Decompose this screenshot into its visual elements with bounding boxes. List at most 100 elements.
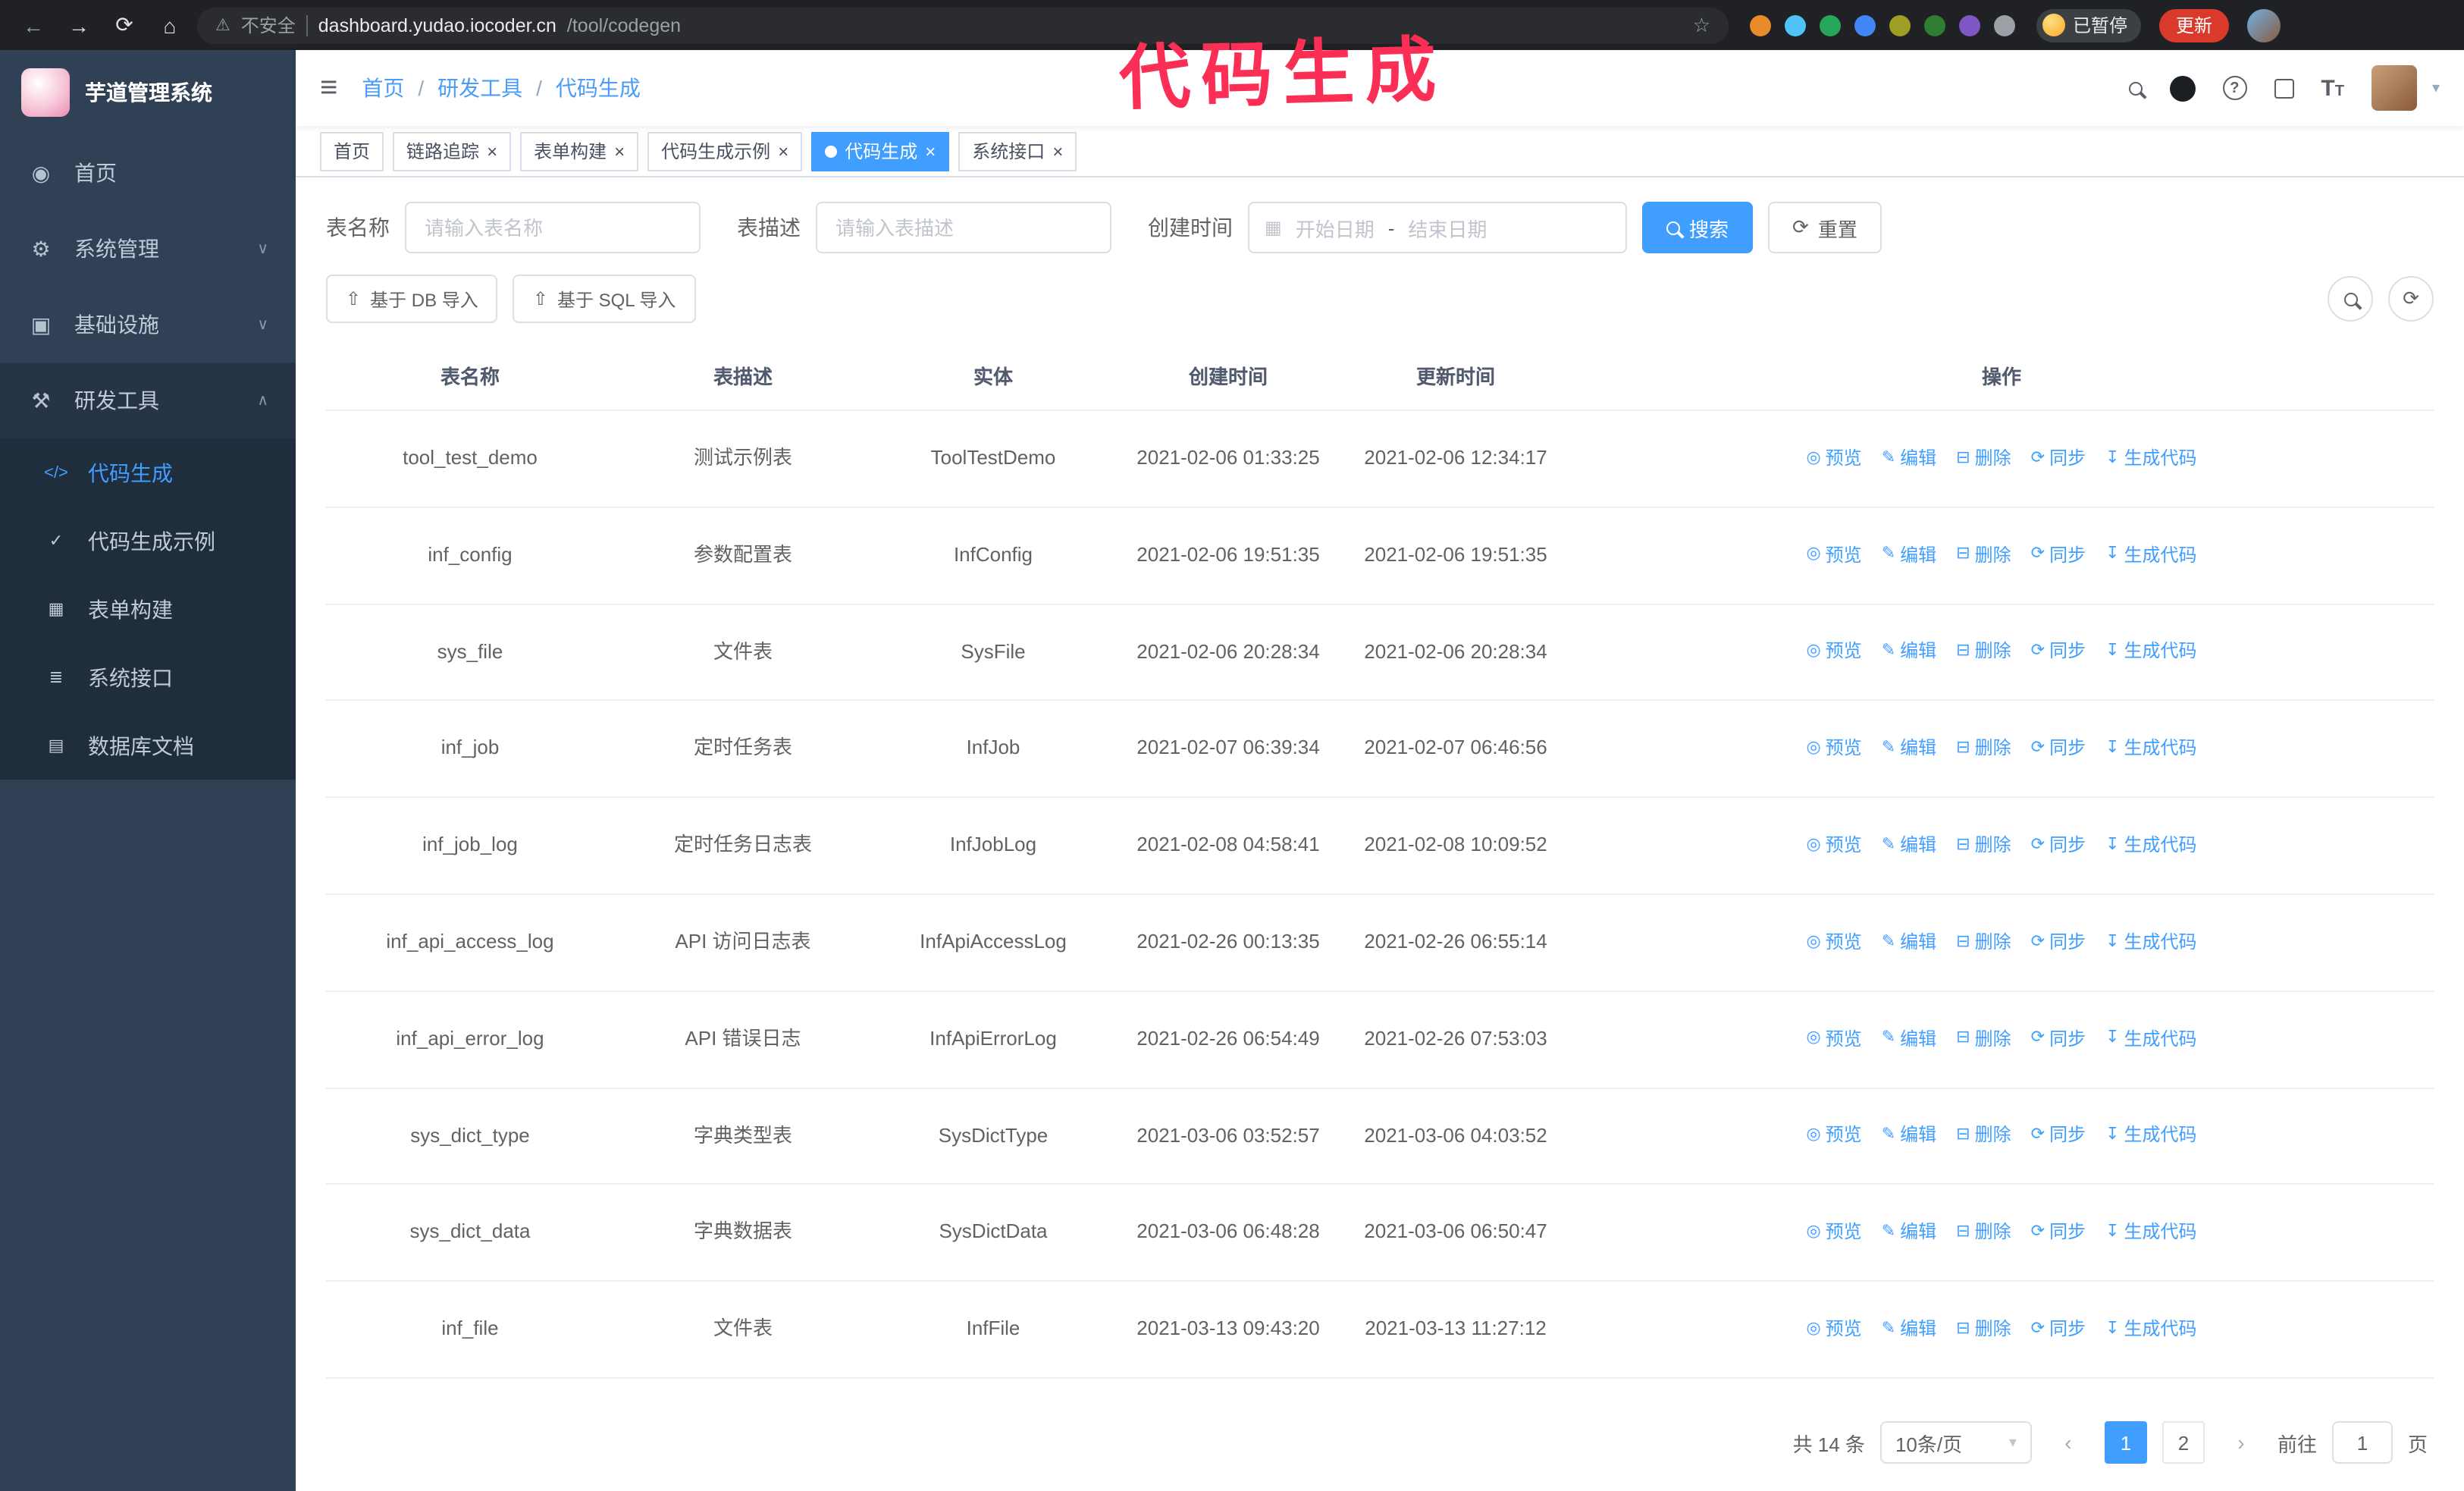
sync-action[interactable]: ⟳ 同步	[2031, 541, 2086, 570]
preview-action[interactable]: ◎ 预览	[1806, 638, 1861, 667]
extension-icon[interactable]	[1750, 14, 1771, 36]
breadcrumb-home[interactable]: 首页	[362, 73, 404, 103]
preview-action[interactable]: ◎ 预览	[1806, 1025, 1861, 1053]
page-size-select[interactable]: 10条/页 ▾	[1879, 1421, 2032, 1464]
generate-action[interactable]: ↧ 生成代码	[2105, 541, 2196, 570]
sync-paused-badge[interactable]: 已暂停	[2036, 8, 2142, 42]
extension-icon[interactable]	[1959, 14, 1980, 36]
sync-action[interactable]: ⟳ 同步	[2031, 1122, 2086, 1150]
table-desc-input[interactable]	[816, 202, 1111, 253]
font-size-icon[interactable]: TT	[2321, 77, 2344, 99]
reload-icon[interactable]: ⟳	[106, 7, 143, 43]
edit-action[interactable]: ✎ 编辑	[1882, 1025, 1936, 1053]
page-number-1[interactable]: 1	[2104, 1421, 2147, 1464]
tab-form-builder[interactable]: 表单构建 ×	[520, 131, 639, 171]
edit-action[interactable]: ✎ 编辑	[1882, 734, 1936, 763]
delete-action[interactable]: ⊟ 删除	[1956, 1315, 2011, 1344]
next-page-button[interactable]: ›	[2220, 1421, 2262, 1464]
prev-page-button[interactable]: ‹	[2047, 1421, 2089, 1464]
edit-action[interactable]: ✎ 编辑	[1882, 1122, 1936, 1150]
reset-button[interactable]: ⟳ 重置	[1768, 202, 1882, 253]
delete-action[interactable]: ⊟ 删除	[1956, 928, 2011, 957]
table-name-input[interactable]	[405, 202, 701, 253]
close-icon[interactable]: ×	[614, 142, 625, 160]
tab-codegen-example[interactable]: 代码生成示例 ×	[647, 131, 803, 171]
generate-action[interactable]: ↧ 生成代码	[2105, 734, 2196, 763]
extension-icon[interactable]	[1854, 14, 1876, 36]
breadcrumb-dev-tools[interactable]: 研发工具	[437, 73, 522, 103]
sync-action[interactable]: ⟳ 同步	[2031, 1025, 2086, 1053]
search-button[interactable]: 搜索	[1642, 202, 1754, 253]
sync-action[interactable]: ⟳ 同步	[2031, 928, 2086, 957]
sidebar-item-codegen-example[interactable]: ✓ 代码生成示例	[0, 507, 296, 575]
bookmark-star-icon[interactable]: ☆	[1693, 13, 1710, 37]
goto-page-input[interactable]	[2331, 1421, 2393, 1464]
delete-action[interactable]: ⊟ 删除	[1956, 638, 2011, 667]
delete-action[interactable]: ⊟ 删除	[1956, 831, 2011, 860]
import-db-button[interactable]: ⇧ 基于 DB 导入	[326, 275, 498, 323]
forward-icon[interactable]: →	[61, 7, 97, 43]
close-icon[interactable]: ×	[1052, 142, 1063, 160]
close-icon[interactable]: ×	[487, 142, 497, 160]
home-icon[interactable]: ⌂	[152, 7, 188, 43]
sync-action[interactable]: ⟳ 同步	[2031, 638, 2086, 667]
close-icon[interactable]: ×	[778, 142, 788, 160]
date-range-picker[interactable]: ▦ 开始日期 - 结束日期	[1248, 202, 1627, 253]
edit-action[interactable]: ✎ 编辑	[1882, 831, 1936, 860]
preview-action[interactable]: ◎ 预览	[1806, 541, 1861, 570]
sync-action[interactable]: ⟳ 同步	[2031, 1218, 2086, 1247]
delete-action[interactable]: ⊟ 删除	[1956, 541, 2011, 570]
search-icon[interactable]	[2128, 81, 2143, 95]
delete-action[interactable]: ⊟ 删除	[1956, 1122, 2011, 1150]
close-icon[interactable]: ×	[925, 142, 936, 160]
generate-action[interactable]: ↧ 生成代码	[2105, 444, 2196, 473]
avatar[interactable]	[2371, 65, 2417, 111]
page-number-2[interactable]: 2	[2161, 1421, 2205, 1464]
edit-action[interactable]: ✎ 编辑	[1882, 638, 1936, 667]
tab-tracing[interactable]: 链路追踪 ×	[393, 131, 512, 171]
generate-action[interactable]: ↧ 生成代码	[2105, 928, 2196, 957]
sidebar-item-form-builder[interactable]: ▦ 表单构建	[0, 575, 296, 643]
sidebar-item-api[interactable]: ≣ 系统接口	[0, 643, 296, 711]
edit-action[interactable]: ✎ 编辑	[1882, 1315, 1936, 1344]
browser-avatar[interactable]	[2247, 8, 2281, 42]
update-browser-button[interactable]: 更新	[2159, 8, 2230, 42]
preview-action[interactable]: ◎ 预览	[1806, 734, 1861, 763]
delete-action[interactable]: ⊟ 删除	[1956, 444, 2011, 473]
generate-action[interactable]: ↧ 生成代码	[2105, 1218, 2196, 1247]
sync-action[interactable]: ⟳ 同步	[2031, 734, 2086, 763]
tab-codegen[interactable]: 代码生成 ×	[811, 131, 950, 171]
import-sql-button[interactable]: ⇧ 基于 SQL 导入	[513, 275, 696, 323]
preview-action[interactable]: ◎ 预览	[1806, 831, 1861, 860]
extension-icon[interactable]	[1924, 14, 1945, 36]
extension-icon[interactable]	[1785, 14, 1806, 36]
generate-action[interactable]: ↧ 生成代码	[2105, 831, 2196, 860]
edit-action[interactable]: ✎ 编辑	[1882, 444, 1936, 473]
sync-action[interactable]: ⟳ 同步	[2031, 444, 2086, 473]
delete-action[interactable]: ⊟ 删除	[1956, 1025, 2011, 1053]
caret-down-icon[interactable]: ▾	[2432, 80, 2440, 96]
sidebar-item-codegen[interactable]: </> 代码生成	[0, 438, 296, 507]
sync-action[interactable]: ⟳ 同步	[2031, 1315, 2086, 1344]
puzzle-icon[interactable]	[1994, 14, 2015, 36]
github-icon[interactable]	[2169, 75, 2196, 101]
extension-icon[interactable]	[1889, 14, 1911, 36]
tab-api[interactable]: 系统接口 ×	[958, 131, 1077, 171]
preview-action[interactable]: ◎ 预览	[1806, 1218, 1861, 1247]
sidebar-item-infrastructure[interactable]: ▣ 基础设施 ∨	[0, 287, 296, 363]
help-icon[interactable]: ?	[2222, 76, 2247, 100]
sidebar-item-home[interactable]: ◉ 首页	[0, 135, 296, 211]
edit-action[interactable]: ✎ 编辑	[1882, 928, 1936, 957]
preview-action[interactable]: ◎ 预览	[1806, 1315, 1861, 1344]
preview-action[interactable]: ◎ 预览	[1806, 444, 1861, 473]
sidebar-item-dev-tools[interactable]: ⚒ 研发工具 ∧	[0, 363, 296, 438]
preview-action[interactable]: ◎ 预览	[1806, 928, 1861, 957]
toggle-search-button[interactable]	[2328, 276, 2373, 322]
sidebar-item-db-doc[interactable]: ▤ 数据库文档	[0, 711, 296, 780]
delete-action[interactable]: ⊟ 删除	[1956, 1218, 2011, 1247]
tab-home[interactable]: 首页	[320, 131, 384, 171]
extension-icon[interactable]	[1820, 14, 1841, 36]
fullscreen-icon[interactable]	[2274, 78, 2294, 98]
sync-action[interactable]: ⟳ 同步	[2031, 831, 2086, 860]
sidebar-item-system[interactable]: ⚙ 系统管理 ∨	[0, 211, 296, 287]
